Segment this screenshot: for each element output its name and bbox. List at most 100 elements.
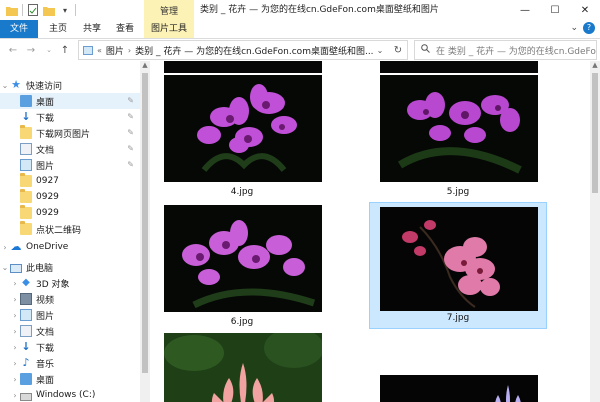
content-scrollbar[interactable]: ▲ [590,61,600,402]
lotus-image [164,333,322,402]
pin-icon[interactable]: ✎ [127,128,134,137]
new-folder-icon[interactable] [43,4,55,16]
nav-music[interactable]: › ♪ 音乐 [0,355,140,371]
file-name[interactable]: 7.jpg [370,313,546,323]
expand-ribbon-icon[interactable]: ⌄ [570,23,578,33]
nav-pictures-pc[interactable]: › 图片 [0,307,140,323]
search-placeholder: 在 类别 _ 花卉 — 为您的在线cn.GdeFon... [436,46,597,57]
nav-downloads[interactable]: ↓ 下载 ✎ [0,109,140,125]
search-input[interactable]: 在 类别 _ 花卉 — 为您的在线cn.GdeFon... [414,40,597,60]
nav-web-images[interactable]: 下载网页图片 ✎ [0,125,140,141]
image-thumbnail [380,375,538,402]
pin-icon[interactable]: ✎ [127,112,134,121]
file-tile[interactable] [154,333,330,402]
window-title: 类别 _ 花卉 — 为您的在线cn.GdeFon.com桌面壁纸和图片 [200,5,439,15]
minimize-button[interactable]: — [510,0,540,20]
pin-icon[interactable]: ✎ [127,160,134,169]
properties-icon[interactable] [27,4,39,16]
nav-videos[interactable]: › 视频 [0,291,140,307]
file-name[interactable]: 6.jpg [154,317,330,327]
document-icon [20,325,32,337]
maximize-button[interactable]: ☐ [540,0,570,20]
forward-button[interactable]: → [24,42,38,58]
help-icon[interactable]: ? [583,22,595,34]
nav-downloads-pc[interactable]: › ↓ 下载 [0,339,140,355]
folder-icon [20,173,32,187]
tab-home[interactable]: 主页 [43,20,73,38]
expand-icon[interactable]: › [10,343,20,352]
nav-pictures[interactable]: 图片 ✎ [0,157,140,173]
file-tile-6-jpg[interactable]: 6.jpg [154,203,330,331]
nav-scrollbar[interactable]: ▲ [140,61,150,402]
cloud-icon: ☁ [10,240,22,253]
close-button[interactable]: ✕ [570,0,600,20]
address-row: ← → ⌄ ↑ « 图片 › 类别 _ 花卉 — 为您的在线cn.GdeFon.… [0,39,600,61]
file-tile-7-jpg[interactable]: 7.jpg [369,202,547,329]
file-name[interactable]: 5.jpg [370,187,546,197]
scroll-up-icon[interactable]: ▲ [590,61,600,71]
nav-desktop[interactable]: 桌面 ✎ [0,93,140,109]
pictures-icon [20,159,32,171]
expand-icon[interactable]: › [0,243,10,252]
image-thumbnail [380,207,538,311]
nav-folder-0929[interactable]: 0929 [0,189,140,205]
navigation-pane: ⌄ ★ 快速访问 桌面 ✎ ↓ 下载 ✎ 下载网页图片 ✎ 文档 ✎ 图片 ✎ … [0,61,150,402]
expand-icon[interactable]: › [10,279,20,288]
expand-icon[interactable]: › [10,375,20,384]
orchid-image [380,75,538,182]
back-button[interactable]: ← [6,42,20,58]
scrollbar-thumb[interactable] [592,73,598,193]
nav-drive-c[interactable]: › Windows (C:) [0,387,140,402]
nav-folder-0927[interactable]: 0927 [0,173,140,189]
file-name[interactable]: 4.jpg [154,187,330,197]
file-tile-5-jpg[interactable]: 5.jpg [370,73,546,201]
quick-access-toolbar: ▾ [0,0,76,20]
expand-icon[interactable]: › [10,327,20,336]
up-button[interactable]: ↑ [58,42,72,58]
nav-this-pc[interactable]: ⌄ 此电脑 [0,259,140,275]
breadcrumb-pictures[interactable]: 图片 [106,44,124,57]
expand-icon[interactable]: › [10,391,20,400]
tab-file[interactable]: 文件 [0,20,38,38]
collapse-icon[interactable]: ⌄ [0,81,10,90]
nav-folder-qrcode[interactable]: 点状二维码 [0,221,140,237]
file-tile[interactable] [370,373,546,402]
nav-onedrive[interactable]: › ☁ OneDrive [0,239,140,255]
nav-desktop-pc[interactable]: › 桌面 [0,371,140,387]
recent-locations-button[interactable]: ⌄ [42,42,56,58]
nav-quick-access[interactable]: ⌄ ★ 快速访问 [0,77,140,93]
nav-documents-pc[interactable]: › 文档 [0,323,140,339]
image-thumbnail [380,75,538,182]
nav-folder-0929[interactable]: 0929 [0,205,140,221]
video-icon [20,293,32,305]
address-dropdown-icon[interactable]: ⌄ [373,41,387,59]
file-tile-4-jpg[interactable]: 4.jpg [154,73,330,201]
nav-label: OneDrive [26,242,69,252]
expand-icon[interactable]: › [10,311,20,320]
expand-icon[interactable]: › [10,359,20,368]
customize-toolbar-icon[interactable]: ▾ [59,4,71,16]
nav-label: 图片 [36,311,55,322]
chevron-right-icon[interactable]: « [97,46,102,55]
folder-icon [20,221,32,235]
scroll-up-icon[interactable]: ▲ [140,61,150,71]
orchid-image [164,75,322,182]
tab-share[interactable]: 共享 [77,20,107,38]
nav-3d-objects[interactable]: › ◆ 3D 对象 [0,275,140,291]
scrollbar-thumb[interactable] [142,73,148,373]
tab-picture-tools[interactable]: 图片工具 [144,20,194,38]
nav-documents[interactable]: 文档 ✎ [0,141,140,157]
breadcrumb-current[interactable]: 类别 _ 花卉 — 为您的在线cn.GdeFon.com桌面壁纸和图... [135,44,373,57]
expand-icon[interactable]: › [10,295,20,304]
context-tab-manage[interactable]: 管理 [144,0,194,20]
refresh-icon[interactable]: ↻ [389,41,407,59]
tab-view[interactable]: 查看 [110,20,140,38]
pin-icon[interactable]: ✎ [127,96,134,105]
chevron-right-icon[interactable]: › [128,46,131,55]
address-bar[interactable]: « 图片 › 类别 _ 花卉 — 为您的在线cn.GdeFon.com桌面壁纸和… [78,40,408,60]
nav-label: 下载网页图片 [36,129,91,140]
image-thumbnail [164,333,322,402]
nav-label: 下载 [36,343,55,354]
pin-icon[interactable]: ✎ [127,144,134,153]
collapse-icon[interactable]: ⌄ [0,263,10,272]
